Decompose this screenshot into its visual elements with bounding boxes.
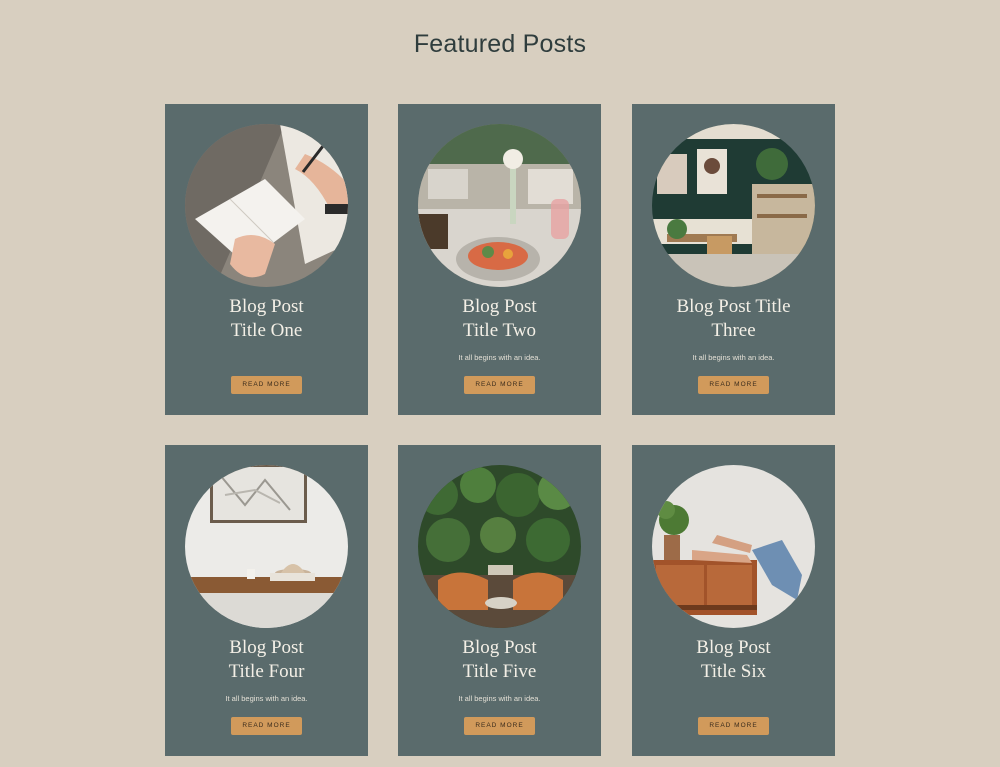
post-title[interactable]: Blog Post Title Four [175, 636, 358, 684]
post-title[interactable]: Blog Post Title Three [642, 295, 825, 343]
post-title[interactable]: Blog Post Title Five [408, 636, 591, 684]
read-more-button[interactable]: READ MORE [464, 376, 535, 394]
post-title-line: Title Four [228, 661, 305, 682]
page-title: Featured Posts [413, 30, 587, 58]
post-image-console-shelf[interactable] [185, 465, 348, 628]
post-title-line: Title Six [700, 661, 767, 682]
post-card-1[interactable]: Blog Post Title One READ MORE [165, 104, 368, 415]
post-card-2[interactable]: Blog Post Title Two It all begins with a… [398, 104, 601, 415]
post-title-line: Blog Post [229, 296, 304, 317]
post-card-5[interactable]: Blog Post Title Five It all begins with … [398, 445, 601, 756]
read-more-button[interactable]: READ MORE [698, 717, 769, 735]
post-title-line: Blog Post [696, 637, 771, 658]
post-image-green-wall-lounge[interactable] [418, 465, 581, 628]
post-title-line: Blog Post [462, 637, 537, 658]
post-card-4[interactable]: Blog Post Title Four It all begins with … [165, 445, 368, 756]
post-image-writing-notebook[interactable] [185, 124, 348, 287]
read-more-button[interactable]: READ MORE [231, 717, 302, 735]
post-excerpt: It all begins with an idea. [458, 353, 541, 362]
post-title-line: Title Five [462, 661, 537, 682]
post-excerpt: It all begins with an idea. [692, 353, 775, 362]
post-title[interactable]: Blog Post Title One [175, 295, 358, 343]
post-title[interactable]: Blog Post Title Six [642, 636, 825, 684]
post-image-feet-on-sideboard[interactable] [652, 465, 815, 628]
post-title-line: Title One [230, 320, 303, 341]
post-title[interactable]: Blog Post Title Two [408, 295, 591, 343]
read-more-button[interactable]: READ MORE [231, 376, 302, 394]
post-excerpt: It all begins with an idea. [225, 694, 308, 703]
post-title-line: Blog Post Title [676, 296, 791, 317]
post-card-3[interactable]: Blog Post Title Three It all begins with… [632, 104, 835, 415]
post-title-line: Blog Post [462, 296, 537, 317]
post-title-line: Title Two [462, 320, 537, 341]
post-card-6[interactable]: Blog Post Title Six READ MORE [632, 445, 835, 756]
post-image-restaurant-table[interactable] [418, 124, 581, 287]
post-image-cafe-interior[interactable] [652, 124, 815, 287]
read-more-button[interactable]: READ MORE [698, 376, 769, 394]
read-more-button[interactable]: READ MORE [464, 717, 535, 735]
post-title-line: Blog Post [229, 637, 304, 658]
post-title-line: Three [711, 320, 756, 341]
post-excerpt: It all begins with an idea. [458, 694, 541, 703]
